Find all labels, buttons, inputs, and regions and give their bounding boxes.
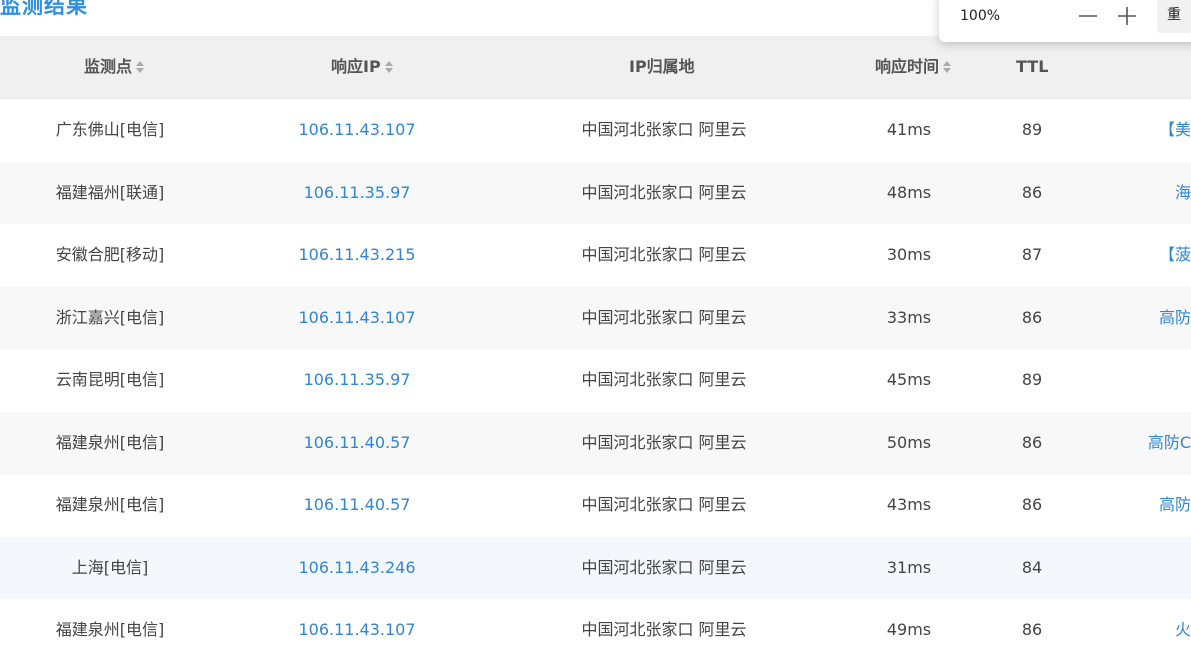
column-header-point[interactable]: 监测点: [84, 36, 145, 98]
extra-link[interactable]: [1080, 349, 1191, 412]
ip-location: 中国河北张家口 阿里云: [581, 307, 747, 327]
monitor-point: 上海[电信]: [71, 557, 149, 577]
ttl-value: 86: [1021, 432, 1043, 452]
ip-location: 中国河北张家口 阿里云: [581, 620, 747, 639]
monitor-point: 福建泉州[电信]: [55, 620, 165, 639]
ttl-value: 86: [1021, 620, 1043, 639]
table-row: 福建福州[联通] 106.11.35.97 中国河北张家口 阿里云 48ms 8…: [0, 161, 1191, 225]
extra-link[interactable]: 高防: [1080, 474, 1191, 537]
column-header-ip[interactable]: 响应IP: [331, 36, 393, 98]
response-ip-link[interactable]: 106.11.43.107: [252, 287, 462, 350]
ttl-value: 84: [1021, 557, 1043, 577]
zoom-level: 100%: [960, 8, 1001, 24]
response-time: 33ms: [886, 307, 932, 327]
extra-link[interactable]: 海: [1080, 162, 1191, 225]
response-time: 49ms: [886, 620, 932, 639]
extra-link[interactable]: [1080, 537, 1191, 600]
ip-location: 中国河北张家口 阿里云: [581, 370, 747, 389]
extra-link[interactable]: 【美: [1080, 99, 1191, 162]
table-row: 安徽合肥[移动] 106.11.43.215 中国河北张家口 阿里云 30ms …: [0, 224, 1191, 287]
ttl-value: 89: [1021, 370, 1043, 389]
extra-link[interactable]: 高防: [1080, 287, 1191, 350]
ip-location: 中国河北张家口 阿里云: [581, 495, 747, 514]
column-header-ttl-label: TTL: [1016, 57, 1049, 76]
extra-link[interactable]: 【菠: [1080, 224, 1191, 287]
monitor-point: 浙江嘉兴[电信]: [55, 307, 165, 327]
table-row: 福建泉州[电信] 106.11.43.107 中国河北张家口 阿里云 49ms …: [0, 599, 1191, 662]
zoom-popup: 100% 重: [939, 0, 1191, 42]
response-ip-link[interactable]: 106.11.35.97: [252, 349, 462, 412]
table-row: 福建泉州[电信] 106.11.40.57 中国河北张家口 阿里云 50ms 8…: [0, 411, 1191, 475]
column-header-location: IP归属地: [629, 36, 695, 98]
column-header-location-label: IP归属地: [629, 57, 695, 76]
ttl-value: 86: [1021, 182, 1043, 202]
ttl-value: 87: [1021, 245, 1043, 264]
minus-icon: [1079, 15, 1097, 17]
zoom-reset-button[interactable]: 重: [1157, 0, 1191, 33]
table-row: 上海[电信] 106.11.43.246 中国河北张家口 阿里云 31ms 84: [0, 536, 1191, 600]
column-header-time[interactable]: 响应时间: [875, 36, 952, 98]
extra-link[interactable]: 火: [1080, 599, 1191, 662]
ip-location: 中国河北张家口 阿里云: [581, 245, 747, 264]
sort-icon[interactable]: [943, 60, 952, 73]
table-row: 福建泉州[电信] 106.11.40.57 中国河北张家口 阿里云 43ms 8…: [0, 474, 1191, 537]
response-ip-link[interactable]: 106.11.40.57: [252, 474, 462, 537]
ttl-value: 86: [1021, 307, 1043, 327]
ttl-value: 86: [1021, 495, 1043, 514]
response-ip-link[interactable]: 106.11.40.57: [252, 412, 462, 475]
column-header-point-label: 监测点: [84, 57, 133, 76]
response-time: 50ms: [886, 432, 932, 452]
monitor-point: 安徽合肥[移动]: [55, 245, 165, 264]
extra-link[interactable]: 高防C: [1080, 412, 1191, 475]
monitor-point: 云南昆明[电信]: [55, 370, 165, 389]
results-table: 监测点 响应IP IP归属地 响应时间 TTL 广东佛山[电信] 106.11.…: [0, 36, 1191, 662]
monitor-point: 福建福州[联通]: [55, 182, 165, 202]
monitor-point: 福建泉州[电信]: [55, 495, 165, 514]
ttl-value: 89: [1021, 120, 1043, 139]
ip-location: 中国河北张家口 阿里云: [581, 182, 747, 202]
table-row: 广东佛山[电信] 106.11.43.107 中国河北张家口 阿里云 41ms …: [0, 99, 1191, 162]
ip-location: 中国河北张家口 阿里云: [581, 120, 747, 139]
monitor-point: 广东佛山[电信]: [55, 120, 165, 139]
zoom-out-button[interactable]: [1076, 4, 1100, 28]
response-time: 48ms: [886, 182, 932, 202]
response-time: 45ms: [886, 370, 932, 389]
zoom-in-button[interactable]: [1115, 4, 1139, 28]
sort-icon[interactable]: [384, 60, 393, 73]
response-time: 30ms: [886, 245, 932, 264]
table-row: 云南昆明[电信] 106.11.35.97 中国河北张家口 阿里云 45ms 8…: [0, 349, 1191, 412]
column-header-ttl: TTL: [1016, 36, 1048, 98]
response-ip-link[interactable]: 106.11.43.107: [252, 99, 462, 162]
response-ip-link[interactable]: 106.11.35.97: [252, 162, 462, 225]
response-ip-link[interactable]: 106.11.43.107: [252, 599, 462, 662]
response-time: 31ms: [886, 557, 932, 577]
response-ip-link[interactable]: 106.11.43.215: [252, 224, 462, 287]
response-time: 41ms: [886, 120, 932, 139]
ip-location: 中国河北张家口 阿里云: [581, 432, 747, 452]
monitor-point: 福建泉州[电信]: [55, 432, 165, 452]
column-header-ip-label: 响应IP: [331, 57, 381, 76]
page-title: 监测结果: [0, 0, 88, 18]
table-header: 监测点 响应IP IP归属地 响应时间 TTL: [0, 36, 1191, 99]
sort-icon[interactable]: [136, 60, 145, 73]
column-header-time-label: 响应时间: [875, 57, 940, 76]
table-row: 浙江嘉兴[电信] 106.11.43.107 中国河北张家口 阿里云 33ms …: [0, 286, 1191, 350]
plus-icon: [1118, 7, 1136, 25]
ip-location: 中国河北张家口 阿里云: [581, 557, 747, 577]
response-ip-link[interactable]: 106.11.43.246: [252, 537, 462, 600]
response-time: 43ms: [886, 495, 932, 514]
